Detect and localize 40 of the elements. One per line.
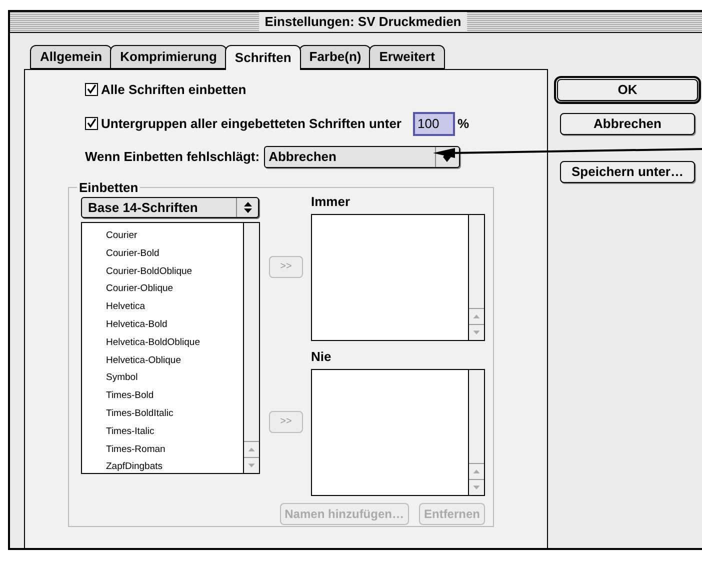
up-down-icon <box>244 202 252 213</box>
font-item[interactable]: Helvetica-Oblique <box>106 352 243 370</box>
font-item[interactable]: Times-Roman <box>106 440 243 458</box>
field-label: Wenn Einbetten fehlschlägt: <box>85 148 260 166</box>
checkbox-label: Untergruppen aller eingebetteten Schriften unter <box>101 114 402 133</box>
font-item[interactable]: Times-Italic <box>106 422 243 441</box>
checkbox[interactable] <box>85 117 98 130</box>
tab[interactable]: Komprimierung <box>110 44 227 68</box>
font-item[interactable]: Times-Bold <box>106 387 243 405</box>
checkbox[interactable] <box>85 83 98 96</box>
percent-unit: % <box>458 114 470 133</box>
tab[interactable]: Schriften <box>224 44 302 70</box>
font-item[interactable]: Courier-Bold <box>106 244 243 263</box>
scrollbar[interactable] <box>468 215 484 340</box>
font-item[interactable]: Helvetica-BoldOblique <box>106 334 243 352</box>
font-item[interactable]: Courier <box>106 227 243 245</box>
failure-dropdown[interactable]: Abbrechen <box>264 146 460 168</box>
font-item[interactable]: ZapfDingbats <box>106 458 243 476</box>
checkmark-icon <box>86 118 97 129</box>
group-title: Einbetten <box>78 178 140 196</box>
font-item[interactable]: Symbol <box>106 369 243 388</box>
tab[interactable]: Allgemein <box>30 44 112 68</box>
font-item[interactable]: Courier-Oblique <box>106 280 243 298</box>
dialog-button[interactable]: Abbrechen <box>560 112 695 134</box>
font-set-dropdown[interactable]: Base 14-Schriften <box>81 197 259 218</box>
list-label: Nie <box>311 349 332 365</box>
font-item[interactable]: Courier-BoldOblique <box>106 262 243 280</box>
scrollbar[interactable] <box>468 370 484 495</box>
dialog-button[interactable]: Speichern unter… <box>560 160 695 182</box>
list-label: Immer <box>311 194 352 210</box>
window-title: Einstellungen: SV Druckmedien <box>258 12 468 32</box>
font-item[interactable]: Helvetica <box>106 298 243 316</box>
checkbox-label: Alle Schriften einbetten <box>101 80 246 99</box>
checkmark-icon <box>86 84 97 95</box>
font-item[interactable]: Helvetica-Bold <box>106 316 243 334</box>
font-item[interactable]: Times-BoldItalic <box>106 404 243 423</box>
scrollbar[interactable] <box>243 223 259 473</box>
tab[interactable]: Erweitert <box>369 44 445 68</box>
percent-field[interactable]: 100 <box>412 112 454 136</box>
tab[interactable]: Farbe(n) <box>299 44 372 68</box>
